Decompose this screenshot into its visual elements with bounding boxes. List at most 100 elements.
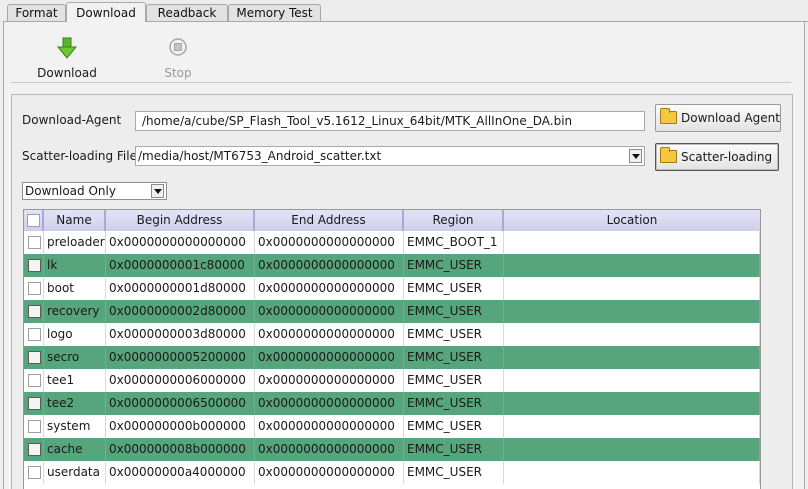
- row-checkbox[interactable]: [28, 282, 41, 295]
- cell-location[interactable]: [504, 369, 760, 392]
- cell-region[interactable]: EMMC_USER: [404, 300, 504, 323]
- table-row[interactable]: cache 0x000000008b000000 0x000000000000000…: [24, 438, 760, 461]
- cell-end[interactable]: 0x0000000000000000: [255, 277, 404, 300]
- cell-region[interactable]: EMMC_USER: [404, 254, 504, 277]
- download-agent-button[interactable]: Download Agent: [655, 104, 781, 132]
- cell-end[interactable]: 0x0000000000000000: [255, 231, 404, 254]
- cell-location[interactable]: [504, 323, 760, 346]
- cell-region[interactable]: EMMC_USER: [404, 277, 504, 300]
- cell-end[interactable]: 0x0000000000000000: [255, 415, 404, 438]
- cell-begin[interactable]: 0x0000000000000000: [106, 231, 255, 254]
- cell-location[interactable]: [504, 231, 760, 254]
- scatter-file-combo[interactable]: /media/host/MT6753_Android_scatter.txt: [135, 146, 645, 166]
- cell-region[interactable]: EMMC_USER: [404, 438, 504, 461]
- tab-readback[interactable]: Readback: [146, 4, 228, 21]
- tab-memory-test[interactable]: Memory Test: [228, 4, 321, 21]
- cell-name[interactable]: tee1: [44, 369, 106, 392]
- cell-begin[interactable]: 0x0000000005200000: [106, 346, 255, 369]
- cell-begin[interactable]: 0x00000000a4000000: [106, 461, 255, 484]
- cell-location[interactable]: [504, 300, 760, 323]
- row-checkbox[interactable]: [28, 443, 41, 456]
- cell-location[interactable]: [504, 254, 760, 277]
- row-checkbox[interactable]: [28, 236, 41, 249]
- row-checkbox[interactable]: [28, 374, 41, 387]
- tab-format[interactable]: Format: [7, 4, 66, 21]
- row-checkbox[interactable]: [28, 328, 41, 341]
- column-header-end-address[interactable]: End Address: [255, 210, 404, 231]
- cell-location[interactable]: [504, 346, 760, 369]
- table-row[interactable]: recovery 0x0000000002d80000 0x000000000000…: [24, 300, 760, 323]
- cell-location[interactable]: [504, 392, 760, 415]
- tab-download[interactable]: Download: [66, 2, 146, 22]
- cell-begin[interactable]: 0x000000008b000000: [106, 438, 255, 461]
- chevron-down-icon[interactable]: [151, 184, 164, 198]
- table-row[interactable]: tee2 0x0000000006500000 0x0000000000000000…: [24, 392, 760, 415]
- cell-end[interactable]: 0x0000000000000000: [255, 461, 404, 484]
- cell-name[interactable]: tee2: [44, 392, 106, 415]
- row-checkbox[interactable]: [28, 420, 41, 433]
- cell-location[interactable]: [504, 277, 760, 300]
- table-row[interactable]: lk 0x0000000001c80000 0x0000000000000000 EM…: [24, 254, 760, 277]
- cell-end[interactable]: 0x0000000000000000: [255, 254, 404, 277]
- table-row[interactable]: boot 0x0000000001d80000 0x0000000000000000…: [24, 277, 760, 300]
- cell-region[interactable]: EMMC_USER: [404, 369, 504, 392]
- cell-end[interactable]: 0x0000000000000000: [255, 346, 404, 369]
- column-header-name[interactable]: Name: [44, 210, 106, 231]
- download-arrow-icon: [56, 37, 78, 59]
- cell-end[interactable]: 0x0000000000000000: [255, 300, 404, 323]
- table-row[interactable]: tee1 0x0000000006000000 0x0000000000000000…: [24, 369, 760, 392]
- table-row[interactable]: userdata 0x00000000a4000000 0x000000000000…: [24, 461, 760, 484]
- download-mode-select[interactable]: Download Only: [22, 182, 167, 200]
- scatter-loading-button[interactable]: Scatter-loading: [655, 143, 779, 171]
- table-row[interactable]: logo 0x0000000003d80000 0x0000000000000000…: [24, 323, 760, 346]
- table-row[interactable]: system 0x000000000b000000 0x00000000000000…: [24, 415, 760, 438]
- cell-region[interactable]: EMMC_USER: [404, 323, 504, 346]
- cell-end[interactable]: 0x0000000000000000: [255, 369, 404, 392]
- download-agent-path-field[interactable]: /home/a/cube/SP_Flash_Tool_v5.1612_Linux…: [135, 111, 645, 131]
- cell-begin[interactable]: 0x0000000001d80000: [106, 277, 255, 300]
- cell-name[interactable]: preloader: [44, 231, 106, 254]
- download-button[interactable]: Download: [31, 36, 103, 80]
- cell-begin[interactable]: 0x0000000006000000: [106, 369, 255, 392]
- row-checkbox-cell: [24, 254, 44, 277]
- cell-name[interactable]: userdata: [44, 461, 106, 484]
- row-checkbox[interactable]: [28, 397, 41, 410]
- row-checkbox[interactable]: [28, 305, 41, 318]
- cell-name[interactable]: cache: [44, 438, 106, 461]
- cell-region[interactable]: EMMC_BOOT_1: [404, 231, 504, 254]
- row-checkbox[interactable]: [28, 351, 41, 364]
- table-row[interactable]: secro 0x0000000005200000 0x000000000000000…: [24, 346, 760, 369]
- cell-end[interactable]: 0x0000000000000000: [255, 438, 404, 461]
- cell-region[interactable]: EMMC_USER: [404, 415, 504, 438]
- cell-region[interactable]: EMMC_USER: [404, 461, 504, 484]
- cell-location[interactable]: [504, 461, 760, 484]
- column-header-location[interactable]: Location: [504, 210, 760, 231]
- column-header-region[interactable]: Region: [404, 210, 504, 231]
- cell-end[interactable]: 0x0000000000000000: [255, 323, 404, 346]
- cell-name[interactable]: secro: [44, 346, 106, 369]
- cell-name[interactable]: recovery: [44, 300, 106, 323]
- cell-begin[interactable]: 0x0000000002d80000: [106, 300, 255, 323]
- cell-begin[interactable]: 0x000000000b000000: [106, 415, 255, 438]
- select-all-checkbox[interactable]: [27, 214, 40, 227]
- cell-begin[interactable]: 0x0000000003d80000: [106, 323, 255, 346]
- cell-name[interactable]: boot: [44, 277, 106, 300]
- table-row[interactable]: preloader 0x0000000000000000 0x00000000000…: [24, 231, 760, 254]
- select-all-column[interactable]: [24, 210, 44, 231]
- cell-name[interactable]: lk: [44, 254, 106, 277]
- tab-label: Download: [76, 6, 136, 20]
- cell-begin[interactable]: 0x0000000001c80000: [106, 254, 255, 277]
- cell-region[interactable]: EMMC_USER: [404, 392, 504, 415]
- column-header-begin-address[interactable]: Begin Address: [106, 210, 255, 231]
- cell-end[interactable]: 0x0000000000000000: [255, 392, 404, 415]
- cell-begin[interactable]: 0x0000000006500000: [106, 392, 255, 415]
- stop-button[interactable]: Stop: [142, 36, 214, 80]
- chevron-down-icon[interactable]: [629, 149, 642, 163]
- cell-name[interactable]: logo: [44, 323, 106, 346]
- row-checkbox[interactable]: [28, 466, 41, 479]
- cell-region[interactable]: EMMC_USER: [404, 346, 504, 369]
- cell-location[interactable]: [504, 438, 760, 461]
- cell-location[interactable]: [504, 415, 760, 438]
- cell-name[interactable]: system: [44, 415, 106, 438]
- row-checkbox[interactable]: [28, 259, 41, 272]
